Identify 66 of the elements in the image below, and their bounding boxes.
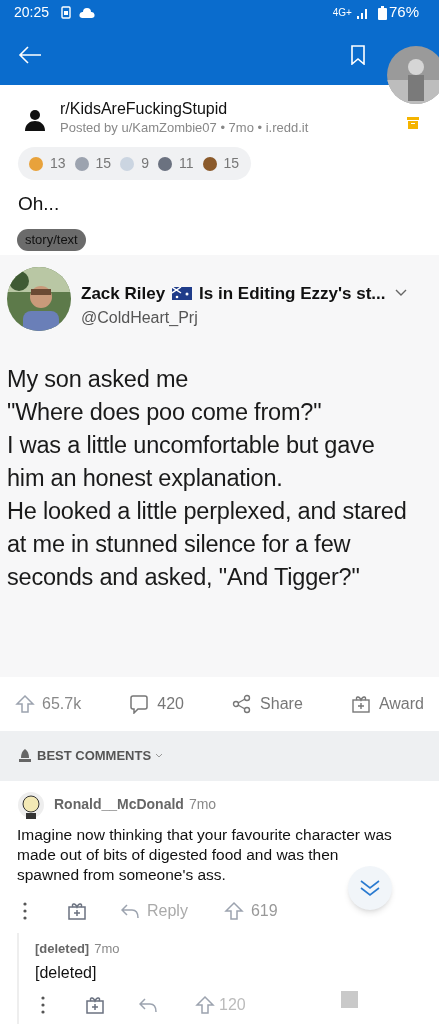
share-button[interactable]: Share [232,691,303,716]
comment-text: Imagine now thinking that your favourite character was made out of bits of digested food and was then spawned from someone's ass. [17,824,393,885]
comment-text: [deleted] [35,963,98,983]
award-icon [156,155,173,172]
share-icon [232,693,253,714]
gift-icon[interactable] [85,995,105,1015]
tweet-status: Is in Editing Ezzy's st... [199,282,386,305]
tweet-image[interactable] [0,254,439,677]
sort-button[interactable]: BEST COMMENTS [17,745,164,766]
upvote-count: 65.7k [42,693,82,714]
tweet-handle: @ColdHeart_Prj [81,308,199,328]
clock: 20:25 [14,3,50,22]
tweet-author: Zack Riley [81,282,166,305]
archive-icon [407,117,419,129]
upvote-icon[interactable] [223,900,244,921]
upvote-icon[interactable] [195,995,215,1015]
user-icon [24,109,46,131]
chevron-down-icon [395,289,408,298]
award-button[interactable]: Award [350,691,424,716]
signal-icon [355,6,370,19]
comment-score: 120 [219,995,246,1015]
battery-level: 76% [388,2,419,23]
comment-author: [deleted] [35,939,90,958]
chevron-down-icon [155,752,164,759]
sim-icon [61,6,72,19]
more-icon[interactable] [41,996,45,1014]
comment-age: 7mo [188,795,217,814]
comment-age: 7mo [94,939,120,958]
subreddit-name[interactable]: r/KidsAreFuckingStupid [60,99,407,119]
reply-button[interactable]: Reply [121,898,188,923]
bookmark-icon[interactable] [351,45,365,65]
tweet-text: "Where does poo come from?" [7,397,323,427]
award-icon [73,155,90,172]
award-count: 9 [141,154,149,173]
award-count: 15 [95,154,112,173]
flag-icon [172,286,193,300]
tweet-text: My son asked me [7,364,190,394]
post-byline: Posted by u/KamZombie07 • 7mo • i.redd.it [60,119,310,137]
gift-icon[interactable] [67,900,87,921]
award-count: 13 [50,154,66,173]
avatar-icon [17,790,45,819]
comments-button[interactable]: 420 [129,691,184,716]
comment-score: 619 [250,900,278,921]
award-count: 15 [223,154,240,173]
battery-icon [377,5,387,20]
cloud-icon [79,7,96,18]
reply-icon[interactable] [139,997,157,1013]
reply-icon [121,902,139,919]
back-icon[interactable] [18,45,42,65]
comment-author[interactable]: Ronald__McDonald [54,794,184,815]
award-icon [201,155,218,172]
tweet-text: I was a little uncomfortable but gave him an honest explanation. [7,430,376,493]
comment-icon [129,693,150,714]
post-flair: story/text [17,228,86,251]
more-icon[interactable] [23,901,27,920]
award-icon [28,155,44,172]
upvote-icon[interactable] [15,693,35,714]
award-icon [119,155,136,172]
gift-icon [350,693,371,714]
awards-bar[interactable]: 13 15 9 11 15 [18,147,252,180]
post-title: Oh... [17,192,61,216]
tweet-text: He looked a little perplexed, and stared at me in stunned silence for a few seconds and asked, "And Tigger?" [7,496,408,592]
double-chevron-down-icon [359,878,381,898]
network-type: 4G+ [332,6,352,20]
award-count: 11 [178,154,194,173]
scroll-down-button[interactable] [348,866,392,910]
